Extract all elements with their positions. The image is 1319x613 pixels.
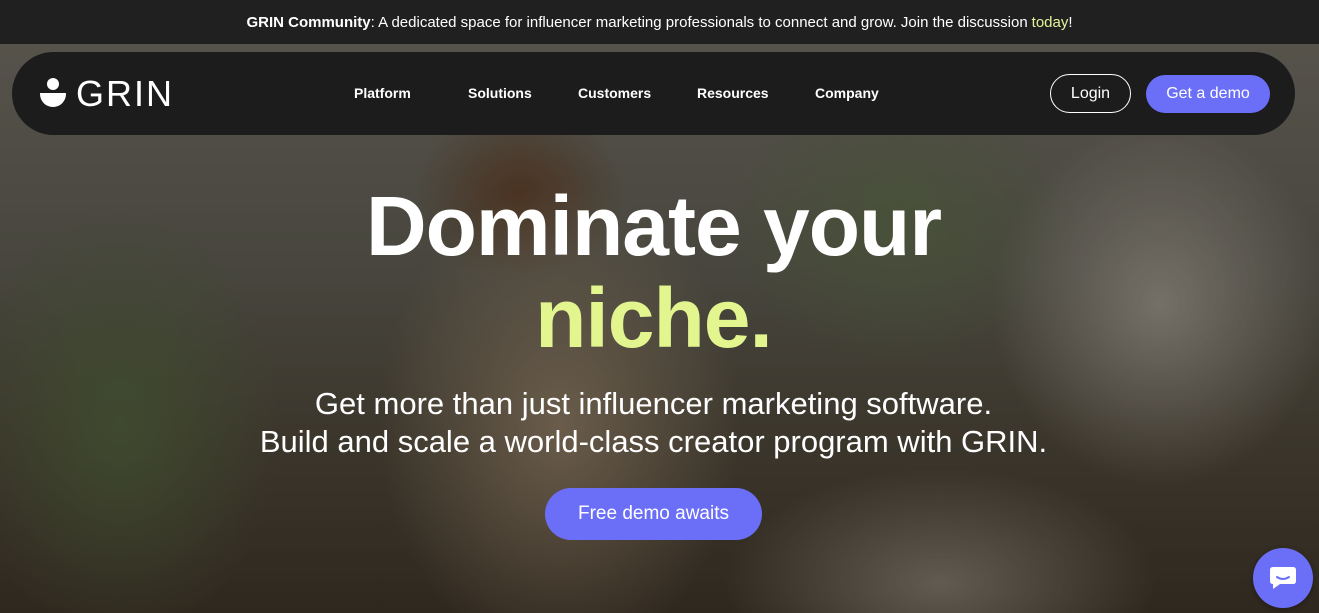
page: GRIN Community : A dedicated space for i… xyxy=(0,0,1319,613)
free-demo-button[interactable]: Free demo awaits xyxy=(545,488,762,540)
subhead-line-2: Build and scale a world-class creator pr… xyxy=(259,424,1048,459)
nav-item-customers[interactable]: Customers xyxy=(578,84,651,102)
nav-item-resources[interactable]: Resources xyxy=(697,84,769,102)
nav-item-platform[interactable]: Platform xyxy=(354,84,411,102)
login-button[interactable]: Login xyxy=(1050,74,1131,113)
grin-logo[interactable]: GRIN xyxy=(40,74,174,114)
announcement-bar: GRIN Community : A dedicated space for i… xyxy=(0,0,1319,44)
nav-item-solutions[interactable]: Solutions xyxy=(468,84,532,102)
announcement-title: GRIN Community xyxy=(246,13,371,31)
grin-smile-logo-icon xyxy=(40,78,66,110)
announcement-link[interactable]: today xyxy=(1032,14,1069,31)
chat-widget-button[interactable] xyxy=(1253,548,1313,608)
announcement-text: : A dedicated space for influencer marke… xyxy=(370,13,1028,31)
hero-headline: Dominate your niche. xyxy=(0,180,1319,364)
hero-subheading: Get more than just influencer marketing … xyxy=(0,385,1319,461)
chat-bubble-icon xyxy=(1270,567,1296,589)
headline-line: Dominate your xyxy=(365,179,942,273)
subhead-line-1: Get more than just influencer marketing … xyxy=(314,386,993,421)
nav-item-company[interactable]: Company xyxy=(815,84,879,102)
headline-accent: niche. xyxy=(535,271,773,365)
main-navbar: GRIN Platform Solutions Customers Resour… xyxy=(12,52,1295,135)
get-demo-button[interactable]: Get a demo xyxy=(1146,75,1270,113)
announcement-suffix: ! xyxy=(1068,13,1073,31)
logo-text: GRIN xyxy=(76,73,174,114)
